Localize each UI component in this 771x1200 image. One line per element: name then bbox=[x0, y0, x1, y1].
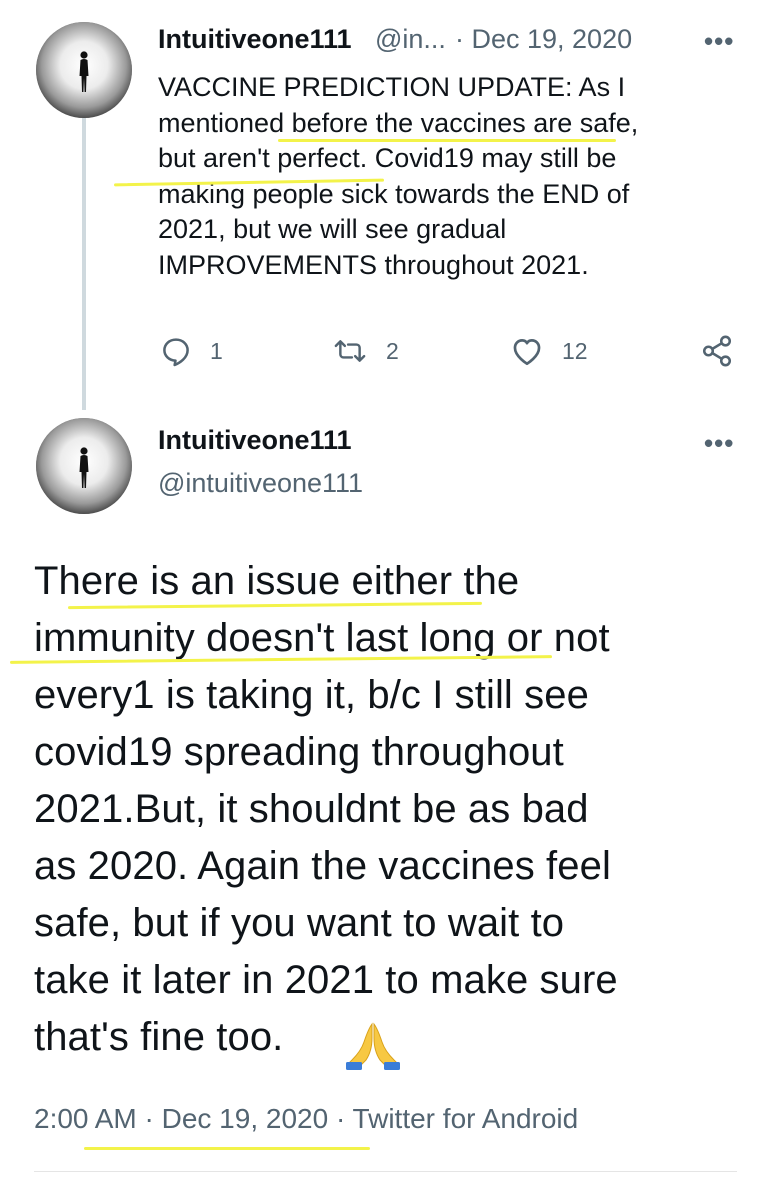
more-icon[interactable]: ••• bbox=[704, 26, 734, 57]
highlight-underline bbox=[84, 1147, 370, 1150]
avatar[interactable] bbox=[36, 418, 132, 514]
retweet-button[interactable]: 2 bbox=[332, 335, 399, 367]
person-silhouette-icon bbox=[36, 22, 132, 118]
folded-hands-emoji bbox=[342, 1020, 404, 1075]
more-icon[interactable]: ••• bbox=[704, 428, 734, 459]
display-name[interactable]: Intuitiveone111 bbox=[158, 425, 352, 456]
share-icon bbox=[702, 335, 732, 367]
retweet-count: 2 bbox=[386, 337, 399, 364]
tweet-date[interactable]: · Dec 19, 2020 bbox=[455, 24, 632, 55]
person-silhouette-icon bbox=[36, 418, 132, 514]
handle[interactable]: @in... bbox=[375, 24, 446, 55]
tweet-text: There is an issue either the immunity do… bbox=[34, 559, 618, 1059]
like-button[interactable]: 12 bbox=[510, 335, 588, 367]
like-count: 12 bbox=[562, 337, 588, 364]
retweet-icon bbox=[334, 340, 366, 362]
like-icon bbox=[513, 339, 541, 366]
divider bbox=[34, 1171, 737, 1172]
tweet-text: VACCINE PREDICTION UPDATE: As I mentione… bbox=[158, 72, 639, 280]
tweet-timestamp[interactable]: 2:00 AM · Dec 19, 2020 · Twitter for And… bbox=[34, 1103, 578, 1135]
display-name[interactable]: Intuitiveone111 bbox=[158, 24, 352, 55]
thread-connector-line bbox=[82, 118, 86, 410]
reply-icon bbox=[163, 338, 189, 367]
avatar[interactable] bbox=[36, 22, 132, 118]
share-button[interactable] bbox=[700, 334, 734, 373]
highlight-underline bbox=[278, 139, 616, 142]
reply-button[interactable]: 1 bbox=[160, 335, 223, 367]
reply-count: 1 bbox=[210, 337, 223, 364]
handle[interactable]: @intuitiveone111 bbox=[158, 468, 363, 499]
